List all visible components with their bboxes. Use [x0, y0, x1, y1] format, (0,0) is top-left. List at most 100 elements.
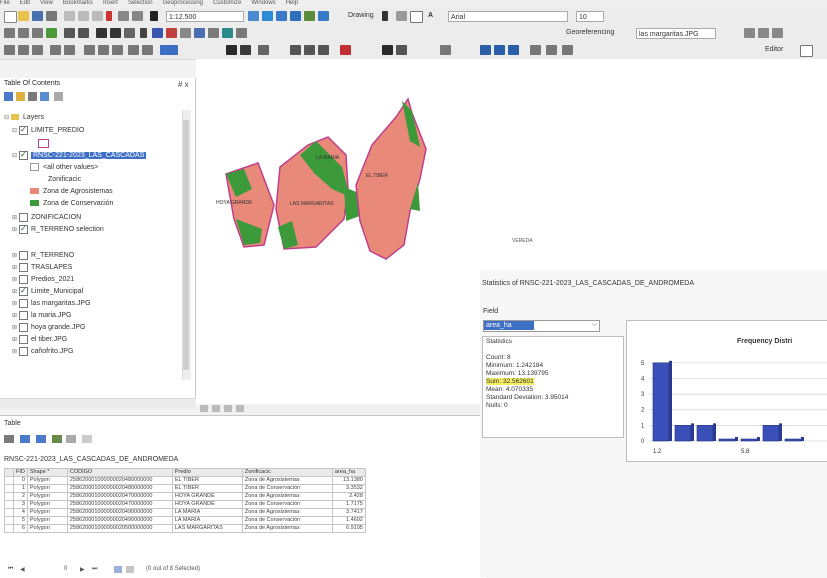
rectangle-icon[interactable]	[410, 11, 423, 23]
find-icon[interactable]	[194, 28, 205, 38]
expand-icon[interactable]: ⊞	[12, 225, 19, 236]
split-icon[interactable]	[98, 45, 109, 55]
layer-visibility-checkbox[interactable]	[19, 334, 28, 344]
paste-icon[interactable]	[92, 11, 103, 21]
chart-bar[interactable]	[718, 438, 736, 442]
expand-icon[interactable]: ⊞	[12, 251, 19, 262]
cell-shape[interactable]: Polygon	[26, 516, 68, 525]
cell-fid[interactable]: 3	[13, 500, 28, 509]
cell-codigo[interactable]: 258620001000000020480000000	[66, 484, 173, 493]
collapse-icon[interactable]: ⊟	[4, 113, 11, 124]
layer-visibility-checkbox[interactable]	[19, 212, 28, 222]
cell-area-ha[interactable]: 2.428	[331, 492, 366, 501]
grid-icon[interactable]	[440, 45, 451, 55]
menu-customize[interactable]: Customize	[213, 0, 241, 6]
cell-shape[interactable]: Polygon	[26, 484, 68, 493]
table-row[interactable]: 5 Polygon 258620001000000020490000000 LA MA…	[4, 516, 366, 525]
cell-codigo[interactable]: 258620001000000020480000000	[66, 476, 173, 485]
chart-bar[interactable]	[652, 362, 670, 442]
layer-visibility-checkbox[interactable]	[19, 285, 28, 296]
pause-drawing-icon[interactable]	[236, 405, 244, 412]
fit-to-display-icon[interactable]	[530, 45, 541, 55]
clear-selection-icon[interactable]	[66, 435, 76, 443]
attributes-icon[interactable]	[128, 45, 139, 55]
show-all-records-icon[interactable]	[114, 566, 122, 573]
menu-edit[interactable]: Edit	[20, 0, 30, 6]
scale-georef-icon[interactable]	[772, 28, 783, 38]
rectify-icon[interactable]	[562, 45, 573, 55]
show-selected-records-icon[interactable]	[126, 566, 134, 573]
catalog-icon[interactable]	[276, 11, 287, 21]
cut-polygon-icon[interactable]	[84, 45, 95, 55]
row-selector-header[interactable]	[4, 468, 14, 477]
rotate-georef-icon[interactable]	[744, 28, 755, 38]
toc-layer-rterreno-selection[interactable]: ⊞ R_TERRENO selection	[12, 223, 104, 236]
view-link-table-icon[interactable]	[480, 45, 491, 55]
cell-fid[interactable]: 4	[13, 508, 28, 517]
toc-layer-rnsc[interactable]: ⊟ RNSC-221-2023_LAS_CASCADAS	[12, 149, 147, 161]
cell-predio[interactable]: LA MARIA	[171, 508, 243, 517]
rotate-feature-icon[interactable]	[112, 45, 123, 55]
toc-close-icon[interactable]: # x	[178, 80, 189, 89]
toc-layer-el-tiber[interactable]: ⊞ el tiber.JPG	[12, 334, 67, 345]
cell-predio[interactable]: HOYA GRANDE	[171, 492, 243, 501]
add-data-icon[interactable]	[150, 11, 158, 21]
topology-icon[interactable]	[18, 45, 29, 55]
toc-scroll-thumb[interactable]	[183, 120, 189, 370]
row-selector[interactable]	[4, 524, 14, 533]
table-options-icon[interactable]	[4, 435, 14, 443]
new-text-icon[interactable]: A	[428, 12, 433, 19]
parcel-el-tiber-agro[interactable]	[355, 97, 427, 260]
layout-full-icon[interactable]	[258, 45, 269, 55]
toc-layer-predios[interactable]: ⊞ Predios_2021	[12, 274, 74, 285]
expand-icon[interactable]: ⊞	[12, 287, 19, 298]
select-elements-arrow-icon[interactable]	[140, 28, 147, 38]
cell-shape[interactable]: Polygon	[26, 508, 68, 517]
list-by-drawing-order-icon[interactable]	[4, 92, 13, 101]
link-icon[interactable]	[304, 45, 315, 55]
select-by-attributes-icon[interactable]	[36, 435, 46, 443]
expand-icon[interactable]: ⊞	[12, 347, 19, 358]
back-icon[interactable]	[96, 28, 107, 38]
undo-icon[interactable]	[118, 11, 129, 21]
cell-fid[interactable]: 5	[13, 516, 28, 525]
toc-layer-margaritas[interactable]: ⊞ las margaritas.JPG	[12, 298, 91, 309]
toc-layer-traslapes[interactable]: ⊞ TRASLAPES	[12, 262, 72, 273]
toc-layer-limite-municipal[interactable]: ⊞ Limite_Municipal	[12, 285, 83, 298]
full-extent-icon[interactable]	[46, 28, 57, 38]
menu-windows[interactable]: Windows	[251, 0, 275, 6]
cell-zonificacion[interactable]: Zona de Agrosistemas	[241, 492, 333, 501]
cell-zonificacion[interactable]: Zona de Conservación	[241, 500, 333, 509]
cell-fid[interactable]: 0	[13, 476, 28, 485]
create-features-icon[interactable]	[160, 45, 178, 55]
row-selector[interactable]	[4, 500, 14, 509]
map-scale-combo[interactable]: 1:12.500	[166, 11, 244, 22]
select-elements-icon[interactable]	[382, 11, 388, 21]
hyperlink-icon[interactable]	[166, 28, 177, 38]
cell-shape[interactable]: Polygon	[26, 476, 68, 485]
toc-layer-canofrito[interactable]: ⊞ cañofrito.JPG	[12, 346, 73, 357]
layer-visibility-checkbox[interactable]	[19, 223, 28, 234]
layout-pan-icon[interactable]	[240, 45, 251, 55]
row-selector[interactable]	[4, 516, 14, 525]
new-document-icon[interactable]	[4, 11, 17, 23]
viewer-icon[interactable]	[236, 28, 247, 38]
chart-bar[interactable]	[740, 438, 758, 442]
search-window-icon[interactable]	[290, 11, 301, 21]
toc-layer-hoya-grande[interactable]: ⊞ hoya grande.JPG	[12, 322, 85, 333]
auto-adjust-icon[interactable]	[508, 45, 519, 55]
table-row[interactable]: 1 Polygon 258620001000000020480000000 EL TI…	[4, 484, 366, 493]
cell-area-ha[interactable]: 6.9105	[331, 524, 366, 533]
col-header-area-ha[interactable]: area_ha	[331, 468, 366, 477]
expand-icon[interactable]: ⊞	[12, 299, 19, 310]
cell-shape[interactable]: Polygon	[26, 524, 68, 533]
reshape-icon[interactable]	[64, 45, 75, 55]
cell-area-ha[interactable]: 1.4602	[331, 516, 366, 525]
pan-icon[interactable]	[32, 28, 43, 38]
list-by-source-icon[interactable]	[16, 92, 25, 101]
table-row[interactable]: 0 Polygon 258620001000000020480000000 EL TI…	[4, 476, 366, 485]
toc-layer-la-maria[interactable]: ⊞ la maria.JPG	[12, 310, 71, 321]
layer-visibility-checkbox[interactable]	[19, 310, 28, 320]
cell-fid[interactable]: 1	[13, 484, 28, 493]
cell-fid[interactable]: 2	[13, 492, 28, 501]
